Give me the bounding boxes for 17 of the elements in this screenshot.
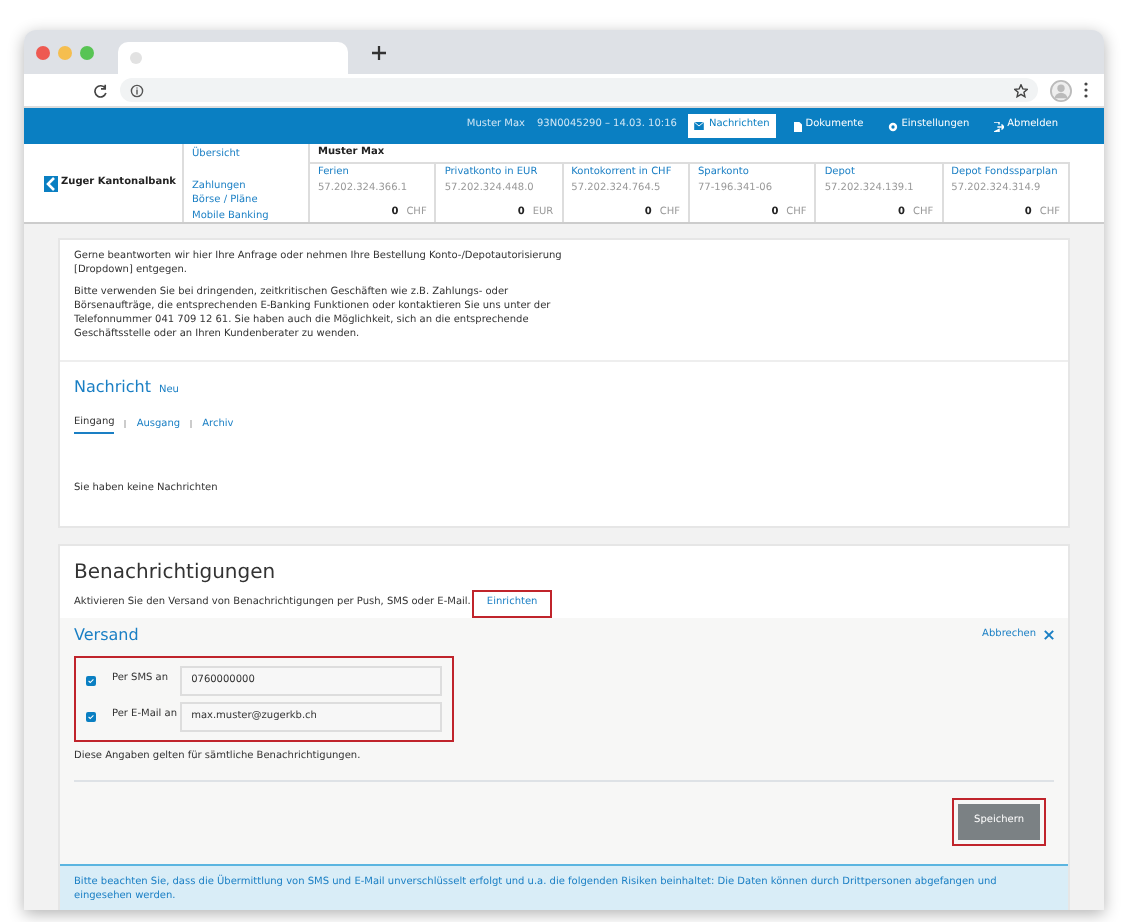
document-icon [793, 121, 802, 131]
gear-icon [887, 121, 898, 131]
envelope-icon [694, 122, 705, 130]
panel-title: Versand [74, 623, 139, 647]
bank-logo-icon [43, 175, 58, 191]
checkbox[interactable] [86, 711, 96, 721]
logout-icon [993, 121, 1004, 131]
favicon-icon [130, 52, 142, 64]
section-title: Nachricht [74, 376, 151, 400]
checkbox[interactable] [86, 675, 96, 685]
close-window-icon[interactable] [36, 45, 50, 59]
star-icon[interactable] [1014, 83, 1028, 97]
section-title: Benachrichtigungen [74, 560, 278, 588]
info-icon[interactable] [130, 83, 144, 97]
new-tab-icon[interactable] [372, 45, 386, 59]
close-icon[interactable] [1044, 630, 1054, 640]
reload-icon[interactable] [94, 83, 108, 97]
